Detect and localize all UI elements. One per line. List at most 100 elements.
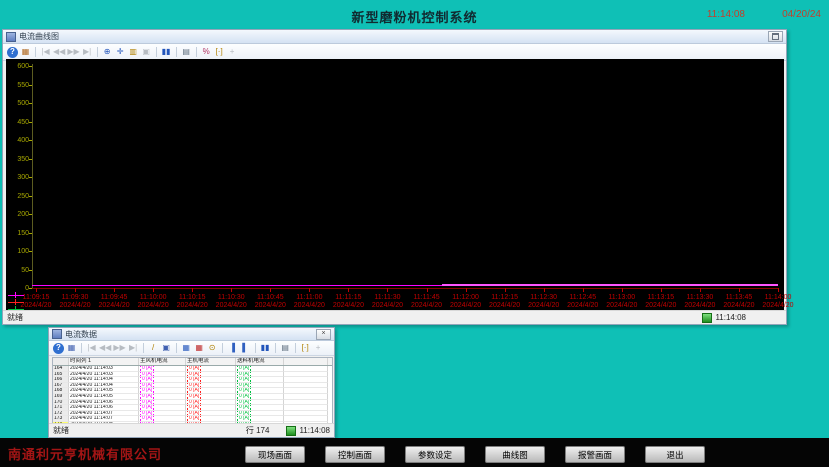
x-axis-tick-label: 11:13:152024/4/20 xyxy=(639,294,683,310)
toolbar-separator xyxy=(295,343,296,353)
cursor-icon[interactable]: + xyxy=(227,47,238,58)
data-toolbar: ?▦|◀◀◀▶▶▶|/▣▦▦⊙▐▌▮▮▤[·]+ xyxy=(49,341,334,356)
y-axis-tick-label: 550 xyxy=(7,82,29,89)
x-axis-tick xyxy=(114,288,115,292)
print-icon[interactable]: ▤ xyxy=(181,47,192,58)
x-axis-tick xyxy=(231,288,232,292)
nav-last-icon[interactable]: ▶| xyxy=(82,47,93,58)
nav-prev-icon[interactable]: ◀◀ xyxy=(53,47,65,58)
nav-exit[interactable]: 退出 xyxy=(645,446,705,463)
y-axis-tick-label: 600 xyxy=(7,63,29,70)
y-axis-tick-label: 50 xyxy=(7,267,29,274)
nav-parameter-settings[interactable]: 参数设定 xyxy=(405,446,465,463)
x-axis-line xyxy=(32,288,778,289)
x-axis-tick xyxy=(427,288,428,292)
x-axis-tick-label: 11:11:452024/4/20 xyxy=(405,294,449,310)
maximize-icon xyxy=(772,33,779,40)
data-statusbar: 就绪 行 174 11:14:08 xyxy=(49,423,334,437)
zoom-icon[interactable]: ⊕ xyxy=(102,47,113,58)
table-header-row[interactable]: 时间列 1主风机电流主机电流送料机电流 xyxy=(53,358,332,366)
y-axis-tick-label: 250 xyxy=(7,193,29,200)
x-axis-tick-label: 11:11:152024/4/20 xyxy=(326,294,370,310)
toolbar-separator xyxy=(275,343,276,353)
data-window-title: 电流数据 xyxy=(65,329,97,340)
x-axis-tick xyxy=(778,288,779,292)
trend-window-titlebar[interactable]: 电流曲线图 xyxy=(3,30,786,44)
column-left-icon[interactable]: ▐ xyxy=(227,343,238,354)
toolbar-separator xyxy=(81,343,82,353)
y-axis-line xyxy=(32,64,33,288)
copy-icon[interactable]: ▣ xyxy=(161,343,172,354)
print-icon[interactable]: ▤ xyxy=(280,343,291,354)
grid-red-icon[interactable]: ▦ xyxy=(194,343,205,354)
x-axis-tick-label: 11:09:302024/4/20 xyxy=(53,294,97,310)
grid-icon[interactable]: ▦ xyxy=(181,343,192,354)
chart-area[interactable]: 60055050045040035030025020015010050011:0… xyxy=(6,59,784,312)
trend-status-time: 11:14:08 xyxy=(715,313,746,322)
y-axis-tick-label: 350 xyxy=(7,156,29,163)
y-axis-tick xyxy=(29,177,32,178)
y-axis-tick xyxy=(29,103,32,104)
toolbar-separator xyxy=(176,47,177,57)
status-online-icon xyxy=(286,426,296,436)
close-button[interactable]: × xyxy=(316,329,331,340)
window-icon xyxy=(52,329,62,339)
y-axis-tick xyxy=(29,214,32,215)
y-axis-tick xyxy=(29,196,32,197)
nav-first-icon[interactable]: |◀ xyxy=(86,343,97,354)
x-axis-tick-label: 11:11:302024/4/20 xyxy=(365,294,409,310)
nav-alarm-screen[interactable]: 报警画面 xyxy=(565,446,625,463)
toolbar-separator xyxy=(176,343,177,353)
brackets-icon[interactable]: [·] xyxy=(214,47,225,58)
nav-button-bar: 现场画面 控制画面 参数设定 曲线图 报警画面 退出 xyxy=(245,446,705,463)
legend-marker xyxy=(8,299,24,305)
clock-date: 04/20/24 xyxy=(782,9,821,20)
nav-next-icon[interactable]: ▶▶ xyxy=(67,47,79,58)
nav-first-icon[interactable]: |◀ xyxy=(40,47,51,58)
y-axis-tick xyxy=(29,159,32,160)
nav-last-icon[interactable]: ▶| xyxy=(128,343,139,354)
help-icon[interactable]: ? xyxy=(53,343,64,354)
column-header-empty xyxy=(284,358,328,365)
brackets-icon[interactable]: [·] xyxy=(300,343,311,354)
trend-window: 电流曲线图 ?▦|◀◀◀▶▶▶|⊕✛▥▣▮▮▤%[·]+ 60055050045… xyxy=(2,29,787,325)
nav-curve-chart[interactable]: 曲线图 xyxy=(485,446,545,463)
x-axis-tick xyxy=(739,288,740,292)
pause-icon[interactable]: ▮▮ xyxy=(161,47,172,58)
column-right-icon[interactable]: ▌ xyxy=(240,343,251,354)
pan-icon[interactable]: ✛ xyxy=(115,47,126,58)
trend-status-ready: 就绪 xyxy=(7,312,23,323)
pause-icon[interactable]: ▮▮ xyxy=(260,343,271,354)
restore-view-icon[interactable]: ▣ xyxy=(141,47,152,58)
toolbar-separator xyxy=(156,47,157,57)
y-axis-tick xyxy=(29,251,32,252)
maximize-button[interactable] xyxy=(768,31,783,42)
x-axis-tick-label: 11:10:452024/4/20 xyxy=(248,294,292,310)
help-icon[interactable]: ? xyxy=(7,47,18,58)
nav-site-screen[interactable]: 现场画面 xyxy=(245,446,305,463)
time-grid-icon[interactable]: ⊙ xyxy=(207,343,218,354)
x-axis-tick-label: 11:09:452024/4/20 xyxy=(92,294,136,310)
chart-setup-icon[interactable]: ▦ xyxy=(20,47,31,58)
column-header: 时间列 1 xyxy=(69,358,139,365)
x-axis-tick xyxy=(505,288,506,292)
column-header: 送料机电流 xyxy=(236,358,284,365)
bottom-bar: 南通利元亨机械有限公司 现场画面控制画面参数设定曲线图报警画面退出 xyxy=(0,438,829,467)
percent-icon[interactable]: % xyxy=(201,47,212,58)
y-axis-tick-label: 150 xyxy=(7,230,29,237)
data-table[interactable]: 时间列 1主风机电流主机电流送料机电流1642024/4/20 11:14:03… xyxy=(52,357,333,429)
data-window-titlebar[interactable]: 电流数据 × xyxy=(49,328,334,341)
x-axis-tick xyxy=(153,288,154,292)
x-axis-tick-label: 11:12:002024/4/20 xyxy=(444,294,488,310)
table-setup-icon[interactable]: ▦ xyxy=(66,343,77,354)
legend-marker xyxy=(8,292,24,298)
cursor-icon[interactable]: + xyxy=(313,343,324,354)
nav-control-screen[interactable]: 控制画面 xyxy=(325,446,385,463)
axis-scale-icon[interactable]: ▥ xyxy=(128,47,139,58)
toolbar-separator xyxy=(222,343,223,353)
edit-icon[interactable]: / xyxy=(148,343,159,354)
nav-prev-icon[interactable]: ◀◀ xyxy=(99,343,111,354)
nav-next-icon[interactable]: ▶▶ xyxy=(113,343,125,354)
y-axis-tick-label: 0 xyxy=(7,285,29,292)
x-axis-tick-label: 11:12:152024/4/20 xyxy=(483,294,527,310)
